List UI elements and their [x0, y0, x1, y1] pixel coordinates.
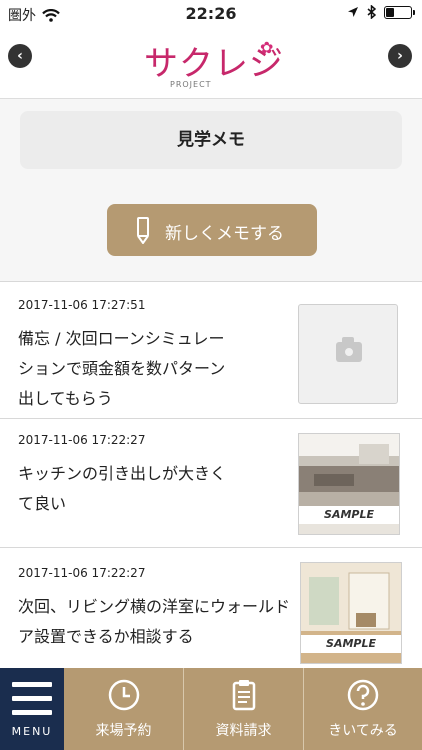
memo-date: 2017-11-06 17:22:27: [18, 433, 146, 447]
sample-label: SAMPLE: [299, 506, 399, 524]
flower-icon: ✿: [260, 38, 274, 57]
memo-item[interactable]: 2017-11-06 17:22:27 キッチンの引き出しが大きく て良い SA…: [0, 418, 422, 547]
battery-icon: [384, 5, 415, 19]
hamburger-icon: [12, 682, 52, 720]
app-logo: サクレジ ✿ PROJECT: [130, 36, 290, 92]
clock-icon: [108, 679, 139, 711]
app-header: ‹ サクレジ ✿ PROJECT ›: [0, 28, 422, 99]
new-memo-button[interactable]: 新しくメモする: [107, 204, 317, 256]
memo-date: 2017-11-06 17:27:51: [18, 298, 146, 312]
tab-ask[interactable]: きいてみる: [304, 668, 422, 750]
logo-subtitle: PROJECT: [170, 80, 212, 89]
tab-bar: MENU 来場予約 資料請求 きいてみる: [0, 668, 422, 750]
tab-reservation[interactable]: 来場予約: [64, 668, 183, 750]
status-bar: 圏外 22:26: [0, 0, 422, 28]
new-memo-label: 新しくメモする: [165, 224, 284, 244]
memo-date: 2017-11-06 17:22:27: [18, 566, 146, 580]
menu-label: MENU: [11, 725, 53, 738]
back-button[interactable]: ‹: [8, 44, 32, 68]
memo-item[interactable]: 2017-11-06 17:27:51 備忘 / 次回ローンシミュレー ションで…: [0, 281, 422, 418]
clipboard-icon: [232, 680, 255, 711]
tab-label: きいてみる: [328, 723, 398, 739]
pencil-icon: [137, 217, 149, 244]
menu-button[interactable]: MENU: [0, 668, 64, 750]
tab-label: 資料請求: [215, 723, 272, 739]
chevron-left-icon: ‹: [17, 48, 23, 64]
memo-thumbnail[interactable]: SAMPLE: [298, 433, 400, 535]
chevron-right-icon: ›: [397, 48, 403, 64]
tab-brochure[interactable]: 資料請求: [184, 668, 303, 750]
location-arrow-icon: [348, 7, 358, 17]
memo-thumbnail[interactable]: [298, 304, 398, 404]
page-title: 見学メモ: [20, 111, 402, 169]
memo-text: 備忘 / 次回ローンシミュレー ションで頭金額を数パターン 出してもらう: [18, 329, 226, 408]
memo-thumbnail[interactable]: SAMPLE: [300, 562, 402, 664]
bluetooth-icon: [367, 5, 376, 19]
tab-label: 来場予約: [95, 723, 152, 739]
sample-label: SAMPLE: [301, 635, 401, 653]
memo-item[interactable]: 2017-11-06 17:22:27 次回、リビング横の洋室にウォールド ア設…: [0, 547, 422, 669]
memo-text: 次回、リビング横の洋室にウォールド ア設置できるか相談する: [18, 597, 291, 646]
forward-button[interactable]: ›: [388, 44, 412, 68]
question-icon: [347, 679, 379, 711]
camera-icon: [336, 337, 362, 362]
memo-text: キッチンの引き出しが大きく て良い: [18, 464, 227, 513]
